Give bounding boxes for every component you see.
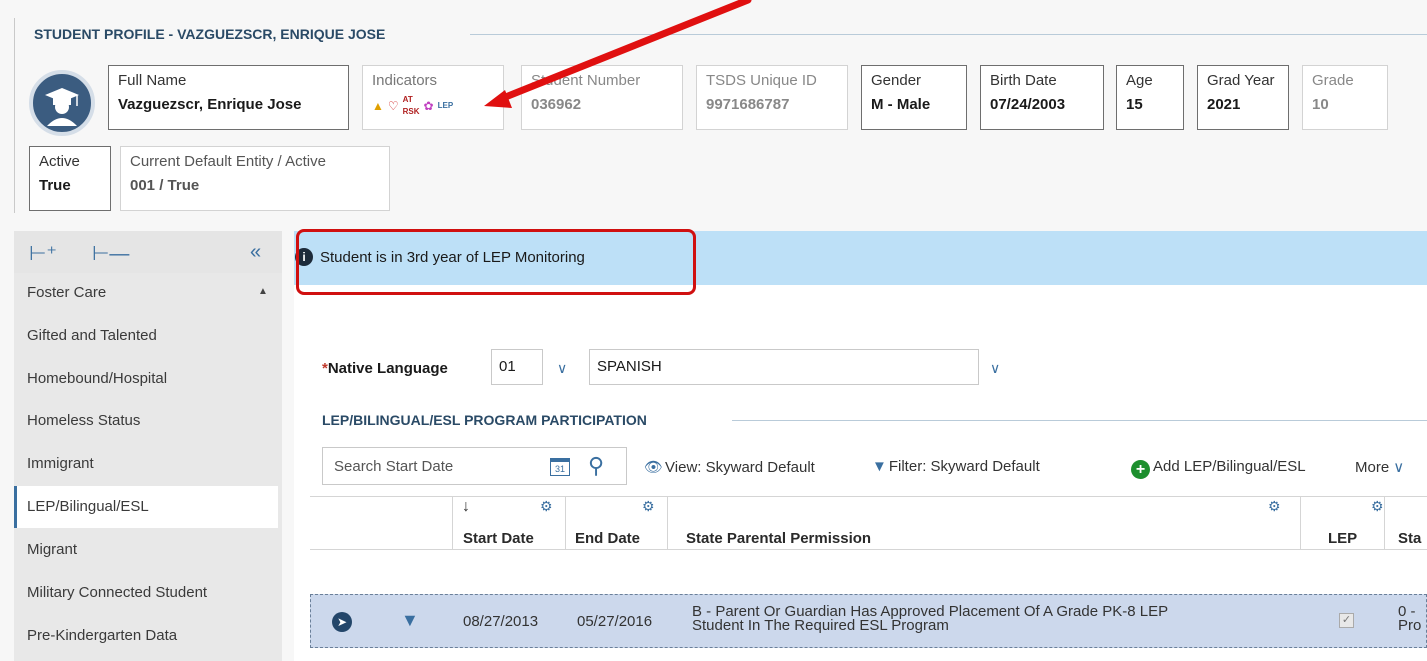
active-value: True xyxy=(39,177,71,194)
header-divider xyxy=(470,34,1427,35)
full-name-value: Vazguezscr, Enrique Jose xyxy=(118,96,302,113)
gear-icon[interactable]: ⚙ xyxy=(1371,498,1384,515)
birth-date-label: Birth Date xyxy=(990,72,1057,89)
grad-year-value: 2021 xyxy=(1207,96,1241,113)
warning-icon[interactable]: ▲ xyxy=(372,100,384,112)
age-value: 15 xyxy=(1126,96,1143,113)
column-divider xyxy=(667,496,668,550)
flower-icon[interactable]: ✿ xyxy=(424,100,434,112)
chevron-down-icon[interactable]: ∨ xyxy=(990,360,1000,377)
column-header-end-date[interactable]: End Date xyxy=(575,530,640,547)
filter-icon: ▼ xyxy=(872,458,887,475)
sidebar-item-homebound-hospital[interactable]: Homebound/Hospital xyxy=(14,358,278,400)
default-entity-label: Current Default Entity / Active xyxy=(130,153,326,170)
gear-icon[interactable]: ⚙ xyxy=(540,498,553,515)
column-header-parental-permission[interactable]: State Parental Permission xyxy=(686,530,871,547)
tsds-id-field: TSDS Unique ID 9971686787 xyxy=(696,65,848,130)
native-language-code-field[interactable]: 01 xyxy=(491,349,543,385)
column-divider xyxy=(452,496,453,550)
indicators-field: Indicators ▲ ♡ AT RSK ✿ LEP xyxy=(362,65,504,130)
grade-field: Grade 10 xyxy=(1302,65,1388,130)
chevron-down-icon[interactable]: ∨ xyxy=(557,360,567,377)
add-icon: + xyxy=(1131,460,1150,479)
column-header-status[interactable]: Sta xyxy=(1398,530,1421,547)
eye-icon: 👁 xyxy=(644,459,664,476)
default-entity-field: Current Default Entity / Active 001 / Tr… xyxy=(120,146,390,211)
row-action-icon[interactable]: ➤ xyxy=(332,612,352,632)
age-field: Age 15 xyxy=(1116,65,1184,130)
avatar xyxy=(29,70,95,136)
sidebar-item-foster-care[interactable]: Foster Care xyxy=(14,273,278,313)
active-label: Active xyxy=(39,153,80,170)
calendar-icon[interactable]: 31 xyxy=(550,458,570,476)
sidebar-item-lep-bilingual-esl[interactable]: LEP/Bilingual/ESL xyxy=(14,486,278,528)
grade-value: 10 xyxy=(1312,96,1329,113)
cell-end-date: 05/27/2016 xyxy=(577,613,653,630)
grad-year-field: Grad Year 2021 xyxy=(1197,65,1289,130)
gender-label: Gender xyxy=(871,72,922,89)
sort-down-icon[interactable]: ↓ xyxy=(462,498,470,516)
student-number-value: 036962 xyxy=(531,96,582,113)
sidebar-item-immigrant[interactable]: Immigrant xyxy=(14,443,278,485)
banner-highlight-callout xyxy=(296,229,696,295)
gender-field: Gender M - Male xyxy=(861,65,967,130)
native-language-name-field[interactable]: SPANISH xyxy=(589,349,979,385)
column-header-lep[interactable]: LEP xyxy=(1328,530,1357,547)
sidebar-item-military-connected[interactable]: Military Connected Student xyxy=(14,572,278,614)
student-number-field: Student Number 036962 xyxy=(521,65,683,130)
expand-all-icon[interactable]: ⊢⁺ xyxy=(29,241,57,266)
section-title: LEP/BILINGUAL/ESL PROGRAM PARTICIPATION xyxy=(322,412,647,428)
lep-icon[interactable]: LEP xyxy=(438,100,454,112)
student-avatar-icon xyxy=(45,88,79,126)
search-box: 31 ⚲ xyxy=(322,447,627,485)
full-name-label: Full Name xyxy=(118,72,187,89)
expand-row-icon[interactable]: ▼ xyxy=(401,610,419,631)
profile-left-border xyxy=(14,18,15,213)
filter-button[interactable]: ▼ Filter: Skyward Default xyxy=(872,458,1040,475)
birth-date-field: Birth Date 07/24/2003 xyxy=(980,65,1104,130)
native-language-label: *Native Language xyxy=(322,360,448,377)
collapse-sidebar-icon[interactable]: « xyxy=(250,241,261,264)
grade-label: Grade xyxy=(1312,72,1354,89)
search-input[interactable] xyxy=(323,448,538,484)
column-divider xyxy=(1384,496,1385,550)
sidebar-item-pre-kindergarten[interactable]: Pre-Kindergarten Data xyxy=(14,615,278,657)
page-title: STUDENT PROFILE - VAZGUEZSCR, ENRIQUE JO… xyxy=(34,26,386,42)
section-divider xyxy=(732,420,1427,421)
age-label: Age xyxy=(1126,72,1153,89)
sidebar-item-gifted-talented[interactable]: Gifted and Talented xyxy=(14,315,278,357)
active-field: Active True xyxy=(29,146,111,211)
grad-year-label: Grad Year xyxy=(1207,72,1275,89)
default-entity-value: 001 / True xyxy=(130,177,200,194)
search-icon[interactable]: ⚲ xyxy=(588,453,604,479)
cell-start-date: 08/27/2013 xyxy=(463,613,539,630)
gender-value: M - Male xyxy=(871,96,931,113)
column-header-start-date[interactable]: Start Date xyxy=(463,530,534,547)
heart-icon[interactable]: ♡ xyxy=(388,100,399,112)
indicators-label: Indicators xyxy=(372,72,438,89)
column-divider xyxy=(1300,496,1301,550)
add-lep-button[interactable]: + Add LEP/Bilingual/ESL xyxy=(1131,458,1306,479)
lep-checkbox: ✓ xyxy=(1339,613,1354,628)
cell-parental-permission: B - Parent Or Guardian Has Approved Plac… xyxy=(692,603,1169,634)
student-number-label: Student Number xyxy=(531,72,641,89)
more-button[interactable]: More ∨ xyxy=(1355,458,1406,476)
gear-icon[interactable]: ⚙ xyxy=(642,498,655,515)
tsds-id-label: TSDS Unique ID xyxy=(706,72,817,89)
sidebar-item-homeless-status[interactable]: Homeless Status xyxy=(14,400,278,442)
tsds-id-value: 9971686787 xyxy=(706,96,790,113)
cell-status: 0 - Pro xyxy=(1398,603,1422,634)
view-button[interactable]: 👁 View: Skyward Default xyxy=(644,458,815,476)
at-risk-icon[interactable]: AT RSK xyxy=(403,94,420,118)
chevron-down-icon: ∨ xyxy=(1393,459,1405,476)
sidebar-toolbar: ⊢⁺ ⊢— « xyxy=(14,231,282,273)
column-divider xyxy=(565,496,566,550)
sidebar-item-migrant[interactable]: Migrant xyxy=(14,529,278,571)
birth-date-value: 07/24/2003 xyxy=(990,96,1066,113)
collapse-all-icon[interactable]: ⊢— xyxy=(92,241,129,266)
full-name-field: Full Name Vazguezscr, Enrique Jose xyxy=(108,65,349,130)
gear-icon[interactable]: ⚙ xyxy=(1268,498,1281,515)
scroll-up-icon[interactable]: ▲ xyxy=(258,286,268,297)
